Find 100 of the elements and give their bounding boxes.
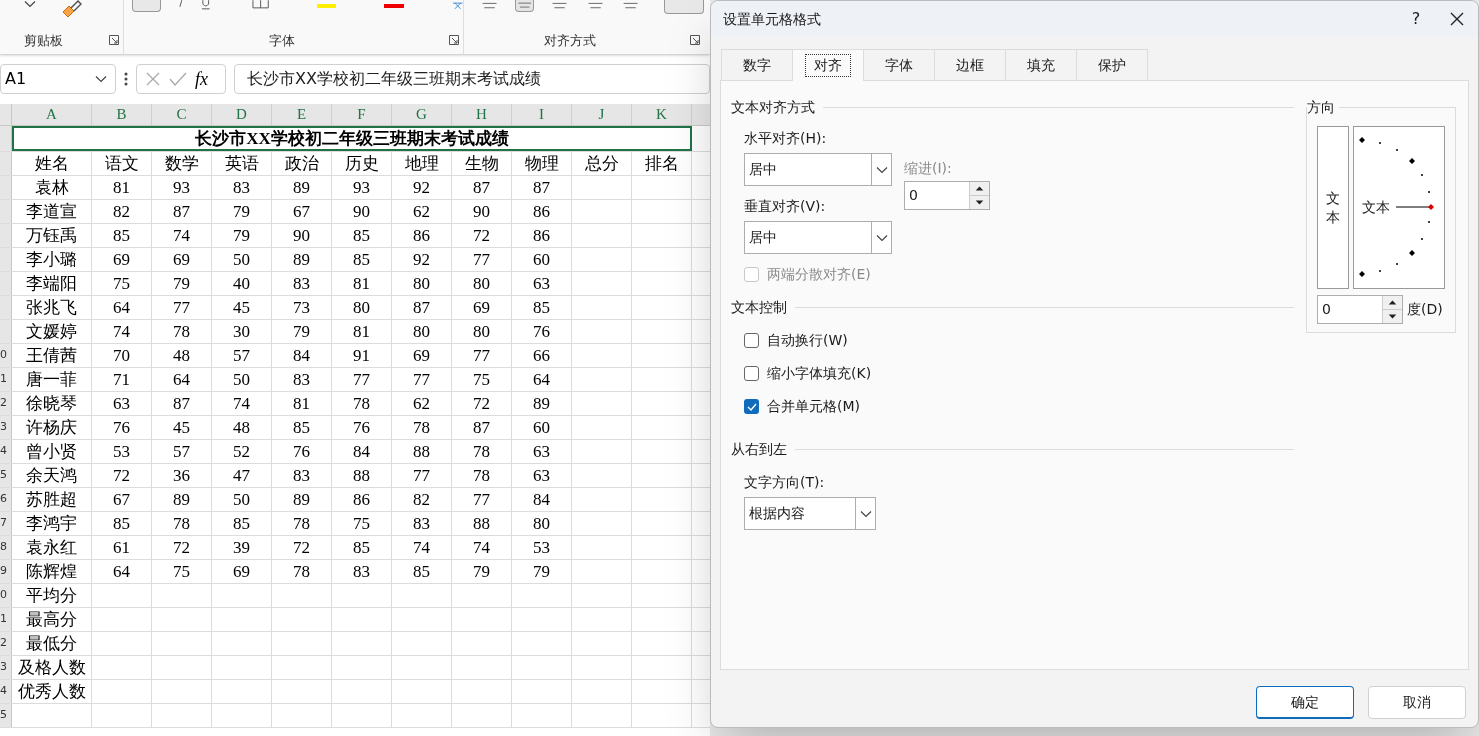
checkbox[interactable] (744, 366, 759, 381)
table-cell: 73 (272, 296, 332, 319)
dialog-button[interactable]: 取消 (1368, 686, 1466, 719)
checkbox-label: 两端分散对齐(E) (767, 265, 871, 284)
format-painter-icon[interactable] (60, 0, 82, 20)
table-cell: 60 (512, 416, 572, 439)
dialog-launcher-icon[interactable] (690, 35, 700, 46)
table-cell: 80 (392, 320, 452, 343)
italic-icon[interactable] (176, 0, 185, 8)
row-header[interactable]: 6 (0, 488, 12, 511)
table-cell: 生物 (452, 152, 512, 175)
column-header[interactable]: I (512, 104, 572, 125)
table-cell: 最低分 (12, 632, 92, 655)
column-header[interactable]: G (392, 104, 452, 125)
table-cell: 78 (332, 392, 392, 415)
row-header[interactable]: 8 (0, 536, 12, 559)
table-cell: 72 (452, 224, 512, 247)
checkbox-label: 合并单元格(M) (767, 397, 860, 416)
table-cell: 76 (512, 320, 572, 343)
enter-icon[interactable] (169, 71, 187, 87)
dialog-button[interactable]: 确定 (1256, 686, 1354, 719)
table-cell: 75 (452, 368, 512, 391)
row-header[interactable]: 4 (0, 680, 12, 703)
row-header[interactable]: 1 (0, 368, 12, 391)
cancel-icon[interactable] (145, 71, 161, 87)
tab[interactable]: 保护 (1076, 49, 1148, 80)
row-header[interactable]: 3 (0, 656, 12, 679)
table-cell: 许杨庆 (12, 416, 92, 439)
table-cell: 76 (272, 440, 332, 463)
table-cell: 90 (272, 224, 332, 247)
row-header[interactable]: 1 (0, 608, 12, 631)
table-cell: 85 (332, 248, 392, 271)
table-cell: 62 (392, 200, 452, 223)
table-cell: 78 (152, 320, 212, 343)
table-cell: 83 (272, 464, 332, 487)
table-cell: 平均分 (12, 584, 92, 607)
help-button[interactable]: ? (1396, 7, 1436, 31)
table-cell: 62 (392, 392, 452, 415)
close-icon[interactable] (1450, 12, 1464, 26)
tab[interactable]: 对齐 (792, 49, 864, 81)
dropdown[interactable]: 居中 (744, 221, 892, 254)
underline-icon[interactable] (200, 0, 212, 10)
table-cell: 81 (92, 176, 152, 199)
column-header[interactable]: E (272, 104, 332, 125)
table-cell: 74 (152, 224, 212, 247)
table-cell: 政治 (272, 152, 332, 175)
row-header[interactable]: 0 (0, 344, 12, 367)
table-cell: 74 (92, 320, 152, 343)
table-cell: 89 (272, 488, 332, 511)
column-header[interactable]: C (152, 104, 212, 125)
column-header[interactable]: H (452, 104, 512, 125)
table-cell: 77 (332, 368, 392, 391)
more-icon[interactable] (124, 72, 128, 86)
table-cell: 47 (212, 464, 272, 487)
row-header[interactable]: 9 (0, 560, 12, 583)
name-box[interactable]: A1 (0, 64, 116, 94)
column-header[interactable]: B (92, 104, 152, 125)
insert-function-button[interactable]: fx (195, 65, 208, 93)
table-cell: 80 (452, 320, 512, 343)
title-cell[interactable]: 长沙市XX学校初二年级三班期末考试成绩 (12, 126, 692, 151)
table-cell: 80 (512, 512, 572, 535)
tab[interactable]: 数字 (721, 49, 793, 80)
column-header[interactable]: A (12, 104, 92, 125)
section-heading: 文本控制 (731, 298, 787, 317)
checkbox[interactable] (744, 333, 759, 348)
column-header[interactable]: F (332, 104, 392, 125)
column-header[interactable]: D (212, 104, 272, 125)
table-cell: 万钰禹 (12, 224, 92, 247)
spin-field[interactable]: 0 (1317, 295, 1403, 324)
orientation-dial[interactable]: 文本 (1353, 126, 1445, 289)
table-cell: 88 (332, 464, 392, 487)
row-header[interactable]: 5 (0, 464, 12, 487)
table-cell: 64 (92, 560, 152, 583)
column-header[interactable]: K (632, 104, 692, 125)
dropdown[interactable]: 居中 (744, 153, 892, 186)
field-label: 文字方向(T): (744, 473, 826, 492)
table-cell: 数学 (152, 152, 212, 175)
phonetic-icon[interactable] (451, 0, 463, 10)
row-header[interactable]: 0 (0, 584, 12, 607)
column-header[interactable]: J (572, 104, 632, 125)
dialog-launcher-icon[interactable] (109, 35, 119, 46)
formula-field[interactable]: 长沙市XX学校初二年级三班期末考试成绩 (234, 64, 710, 94)
table-cell: 64 (512, 368, 572, 391)
row-header[interactable]: 4 (0, 440, 12, 463)
row-header[interactable]: 7 (0, 512, 12, 535)
vertical-text-option[interactable]: 文本 (1317, 126, 1349, 289)
row-header[interactable]: 5 (0, 704, 12, 727)
row-header[interactable]: 2 (0, 632, 12, 655)
checkbox[interactable] (744, 399, 759, 414)
dropdown[interactable]: 根据内容 (744, 497, 876, 530)
table-cell: 69 (152, 248, 212, 271)
table-cell: 唐一菲 (12, 368, 92, 391)
dialog-launcher-icon[interactable] (449, 35, 459, 46)
align-icon[interactable] (515, 0, 535, 12)
row-header[interactable]: 2 (0, 392, 12, 415)
border-icon[interactable] (251, 0, 270, 10)
table-cell: 优秀人数 (12, 680, 92, 703)
table-cell: 63 (512, 464, 572, 487)
table-cell: 30 (212, 320, 272, 343)
row-header[interactable]: 3 (0, 416, 12, 439)
